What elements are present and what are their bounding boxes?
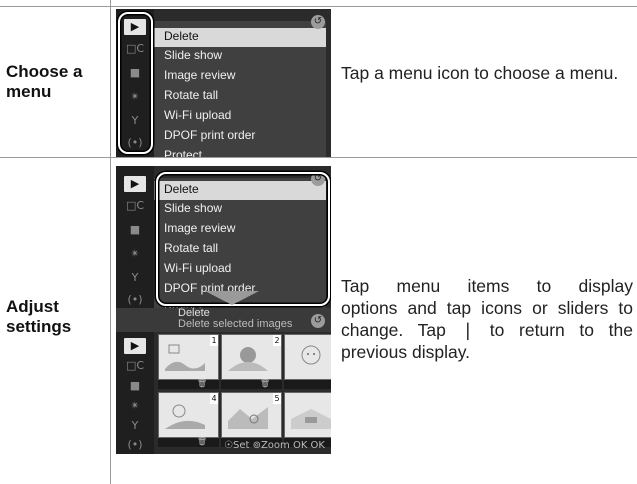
- custom-icon[interactable]: ✴: [124, 246, 146, 262]
- desc-line: options and tap icons or sliders to: [341, 298, 633, 318]
- label-line: Choose a: [6, 62, 83, 81]
- desc-line: change. Tap ❘ to return to the: [341, 320, 633, 340]
- label-line: menu: [6, 82, 52, 101]
- delete-header: Delete Delete selected images: [116, 308, 331, 332]
- menu-panel: Delete Slide show Image review ON Rotate…: [154, 21, 326, 157]
- desc-line: Tap menu items to display: [341, 276, 633, 296]
- thumb-bar: 🗑: [158, 379, 219, 389]
- thumb-number: 1: [210, 335, 218, 346]
- setup-icon[interactable]: Y: [124, 418, 146, 434]
- thumbnail-3[interactable]: 3: [284, 334, 331, 380]
- image-preview: [165, 344, 205, 371]
- row-label-choose-menu: Choose a menu: [6, 62, 83, 102]
- trash-icon: 🗑: [196, 437, 207, 446]
- setup-icon[interactable]: Y: [124, 270, 146, 286]
- thumb-number: 5: [273, 393, 281, 404]
- menu-item-image-review[interactable]: Image review: [164, 68, 235, 82]
- thumbnail-6[interactable]: 6: [284, 392, 331, 438]
- camera-icon[interactable]: □C: [124, 358, 146, 374]
- menu-item-slide-show[interactable]: Slide show: [164, 48, 222, 62]
- column-divider: [110, 0, 111, 484]
- image-preview: [301, 345, 321, 365]
- camera-screen-delete: Delete Delete selected images ↺ ▶ □C ■ ✴…: [116, 308, 331, 454]
- trash-icon: 🗑: [196, 379, 207, 388]
- label-line: settings: [6, 317, 72, 336]
- image-preview: [228, 407, 268, 429]
- custom-icon[interactable]: ✴: [124, 398, 146, 414]
- image-preview: [228, 347, 268, 371]
- down-arrow-icon: [205, 291, 259, 305]
- row-description-choose-menu: Tap a menu icon to choose a menu.: [341, 63, 619, 83]
- playback-icon[interactable]: ▶: [124, 338, 146, 354]
- back-icon[interactable]: ↺: [311, 15, 325, 29]
- menu-item-wifi-upload[interactable]: Wi-Fi upload: [164, 108, 231, 122]
- camera-screen-menu: ▶ □C ■ ✴ Y (•) Delete Slide show Image r…: [116, 9, 331, 157]
- menu-item-delete[interactable]: Delete: [164, 29, 199, 43]
- movie-icon[interactable]: ■: [124, 222, 146, 238]
- menu-sidebar: ▶ □C ■ ✴ Y (•): [116, 166, 154, 314]
- menu-item-rotate-tall[interactable]: Rotate tall: [164, 88, 218, 102]
- thumb-number: 4: [210, 393, 218, 404]
- thumb-number: 2: [273, 335, 281, 346]
- image-preview: [291, 409, 331, 429]
- highlight-ring-sidebar: [118, 12, 153, 154]
- desc-line: previous display.: [341, 342, 471, 362]
- thumbnail-5[interactable]: 5: [221, 392, 282, 438]
- row-divider: [0, 157, 637, 158]
- playback-icon[interactable]: ▶: [124, 176, 146, 192]
- table-top-border: [0, 6, 637, 7]
- thumb-bar: 🗑: [158, 437, 219, 447]
- thumb-bar: 🗑: [221, 379, 282, 389]
- label-line: Adjust: [6, 297, 59, 316]
- menu-item-protect[interactable]: Protect: [164, 148, 202, 157]
- thumb-bar: [284, 380, 331, 389]
- trash-icon: 🗑: [259, 379, 270, 388]
- delete-footer: ☉Set ⊚Zoom OK OK: [224, 440, 325, 451]
- delete-subtitle: Delete selected images: [178, 318, 293, 330]
- row-description-adjust-settings: Tap menu items to display options and ta…: [341, 275, 633, 363]
- movie-icon[interactable]: ■: [124, 378, 146, 394]
- thumbnail-1[interactable]: 1: [158, 334, 219, 380]
- back-icon[interactable]: ↺: [311, 314, 325, 328]
- wireless-icon[interactable]: (•): [124, 292, 146, 308]
- thumbnail-4[interactable]: 4: [158, 392, 219, 438]
- menu-item-dpof[interactable]: DPOF print order: [164, 128, 255, 142]
- thumbnail-2[interactable]: 2: [221, 334, 282, 380]
- menu-sidebar: ▶ □C ■ ✴ Y (•): [116, 332, 154, 454]
- wireless-icon[interactable]: (•): [124, 437, 146, 453]
- instruction-table: Choose a menu Tap a menu icon to choose …: [0, 0, 637, 484]
- camera-icon[interactable]: □C: [124, 198, 146, 214]
- row-label-adjust-settings: Adjust settings: [6, 297, 71, 337]
- highlight-ring-items: [156, 172, 330, 306]
- image-preview: [165, 404, 205, 429]
